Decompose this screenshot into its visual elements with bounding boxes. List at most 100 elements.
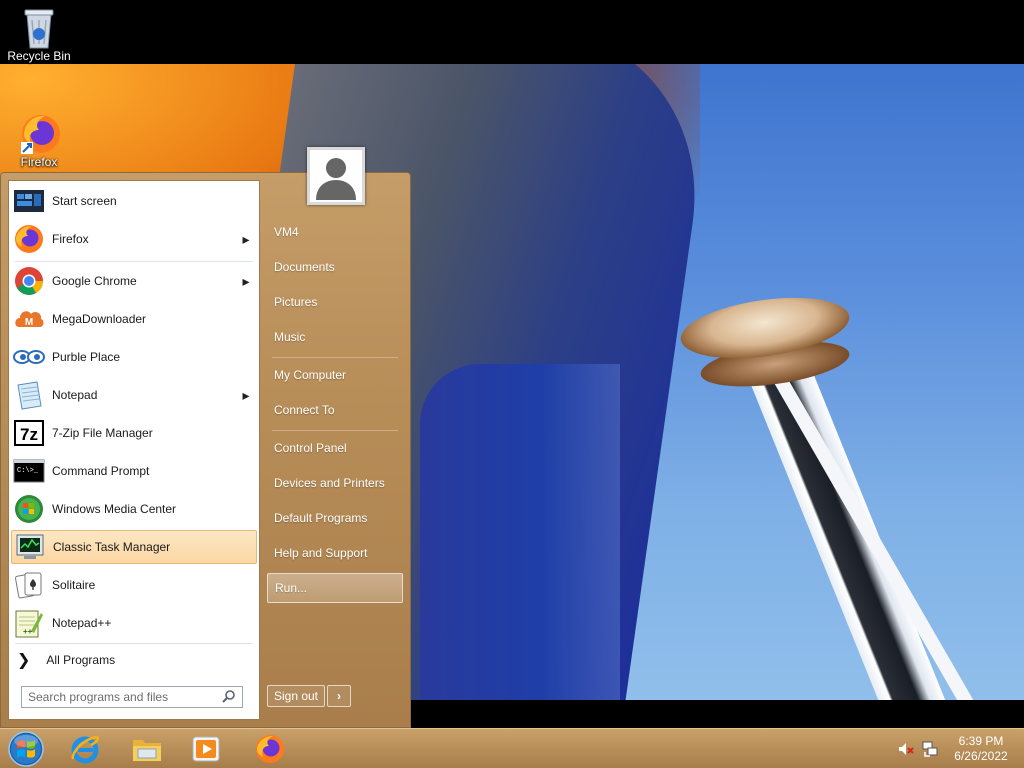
taskbar: 6:39 PM 6/26/2022 (0, 728, 1024, 768)
place-label: VM4 (274, 225, 299, 239)
taskbar-firefox[interactable] (247, 731, 293, 767)
program-label: Classic Task Manager (53, 540, 171, 554)
file-explorer-icon (133, 740, 161, 761)
svg-text:M: M (25, 317, 33, 328)
svg-text:++: ++ (23, 627, 33, 636)
taskbar-file-explorer[interactable] (124, 731, 170, 767)
place-music[interactable]: Music (267, 322, 403, 352)
program-megadownloader[interactable]: M MegaDownloader (11, 302, 257, 336)
place-user-folder[interactable]: VM4 (267, 217, 403, 247)
network-icon[interactable] (921, 740, 939, 758)
search-box[interactable] (21, 686, 243, 708)
svg-text:7z: 7z (20, 425, 38, 444)
submenu-arrow-icon[interactable]: ▸ (239, 231, 253, 248)
desktop-icon-firefox[interactable]: Firefox (3, 112, 75, 169)
search-input[interactable] (28, 690, 218, 704)
program-label: Purble Place (52, 350, 121, 364)
program-windows-media-center[interactable]: Windows Media Center (11, 492, 257, 526)
firefox-icon (19, 112, 60, 154)
program-label: Google Chrome (52, 274, 137, 288)
program-notepad[interactable]: Notepad ▸ (11, 378, 257, 412)
chevron-right-icon: ❯ (17, 652, 31, 669)
place-label: Run... (275, 581, 308, 595)
start-menu: Start screen Firefox ▸ Google Chrome ▸ M… (0, 147, 411, 728)
pinned-separator (15, 261, 253, 262)
places-separator (272, 357, 398, 358)
desktop-icon-label: Recycle Bin (7, 49, 71, 63)
program-7zip[interactable]: 7z 7-Zip File Manager (11, 416, 257, 450)
place-label: Help and Support (274, 546, 368, 560)
program-label: Start screen (52, 194, 117, 208)
program-command-prompt[interactable]: C:\>_ Command Prompt (11, 454, 257, 488)
purble-place-icon (13, 341, 45, 373)
media-center-icon (13, 493, 45, 525)
program-start-screen[interactable]: Start screen (11, 184, 257, 218)
chevron-right-icon: › (337, 689, 341, 703)
submenu-arrow-icon[interactable]: ▸ (239, 387, 253, 404)
place-label: My Computer (274, 368, 347, 382)
sign-out-label: Sign out (273, 689, 319, 703)
place-label: Connect To (274, 403, 335, 417)
program-google-chrome[interactable]: Google Chrome ▸ (11, 264, 257, 298)
program-label: Notepad (52, 388, 98, 402)
place-label: Documents (274, 260, 335, 274)
solitaire-icon (13, 569, 45, 601)
firefox-icon (13, 223, 45, 255)
taskbar-internet-explorer[interactable] (62, 731, 108, 767)
place-label: Control Panel (274, 441, 347, 455)
place-documents[interactable]: Documents (267, 252, 403, 282)
place-my-computer[interactable]: My Computer (267, 360, 403, 390)
place-label: Music (274, 330, 306, 344)
program-notepadpp[interactable]: ++ Notepad++ (11, 606, 257, 640)
program-solitaire[interactable]: Solitaire (11, 568, 257, 602)
all-programs-label: All Programs (46, 653, 116, 667)
system-clock[interactable]: 6:39 PM 6/26/2022 (944, 734, 1018, 764)
megadownloader-icon: M (13, 303, 45, 335)
task-manager-icon (14, 531, 46, 563)
place-pictures[interactable]: Pictures (267, 287, 403, 317)
all-programs-separator (15, 643, 253, 644)
desktop-icon-label: Firefox (20, 155, 58, 169)
place-devices-and-printers[interactable]: Devices and Printers (267, 468, 403, 498)
program-firefox[interactable]: Firefox ▸ (11, 222, 257, 256)
volume-muted-icon[interactable] (897, 740, 915, 758)
place-control-panel[interactable]: Control Panel (267, 433, 403, 463)
program-label: MegaDownloader (52, 312, 147, 326)
place-label: Devices and Printers (274, 476, 385, 490)
program-label: Notepad++ (52, 616, 112, 630)
place-help-and-support[interactable]: Help and Support (267, 538, 403, 568)
taskbar-media-player[interactable] (183, 731, 229, 767)
program-label: Solitaire (52, 578, 96, 592)
place-run[interactable]: Run... (267, 573, 403, 603)
program-label: Windows Media Center (52, 502, 177, 516)
shutdown-options-button[interactable]: › (327, 685, 351, 707)
program-label: 7-Zip File Manager (52, 426, 153, 440)
search-icon[interactable] (220, 688, 238, 706)
program-classic-task-manager[interactable]: Classic Task Manager (11, 530, 257, 564)
places-separator (272, 430, 398, 431)
programs-pane: Start screen Firefox ▸ Google Chrome ▸ M… (8, 180, 260, 720)
program-label: Firefox (52, 232, 89, 246)
start-screen-icon (13, 185, 45, 217)
place-label: Pictures (274, 295, 318, 309)
places-pane: VM4 Documents Pictures Music My Computer… (262, 172, 408, 728)
notepad-icon (13, 379, 45, 411)
notepadpp-icon: ++ (13, 607, 45, 639)
user-avatar-icon (310, 150, 362, 202)
firefox-icon (256, 735, 284, 763)
program-purble-place[interactable]: Purble Place (11, 340, 257, 374)
7zip-icon: 7z (13, 417, 45, 449)
all-programs-button[interactable]: ❯ All Programs (11, 645, 257, 675)
program-label: Command Prompt (52, 464, 150, 478)
user-avatar[interactable] (307, 147, 365, 205)
place-connect-to[interactable]: Connect To (267, 395, 403, 425)
desktop-icon-recycle-bin[interactable]: Recycle Bin (3, 6, 75, 63)
media-player-icon (192, 736, 220, 762)
windows-orb-icon (8, 731, 44, 767)
start-button[interactable] (6, 730, 46, 768)
submenu-arrow-icon[interactable]: ▸ (239, 273, 253, 290)
place-default-programs[interactable]: Default Programs (267, 503, 403, 533)
place-label: Default Programs (274, 511, 368, 525)
sign-out-button[interactable]: Sign out (267, 685, 325, 707)
clock-time: 6:39 PM (958, 734, 1004, 748)
